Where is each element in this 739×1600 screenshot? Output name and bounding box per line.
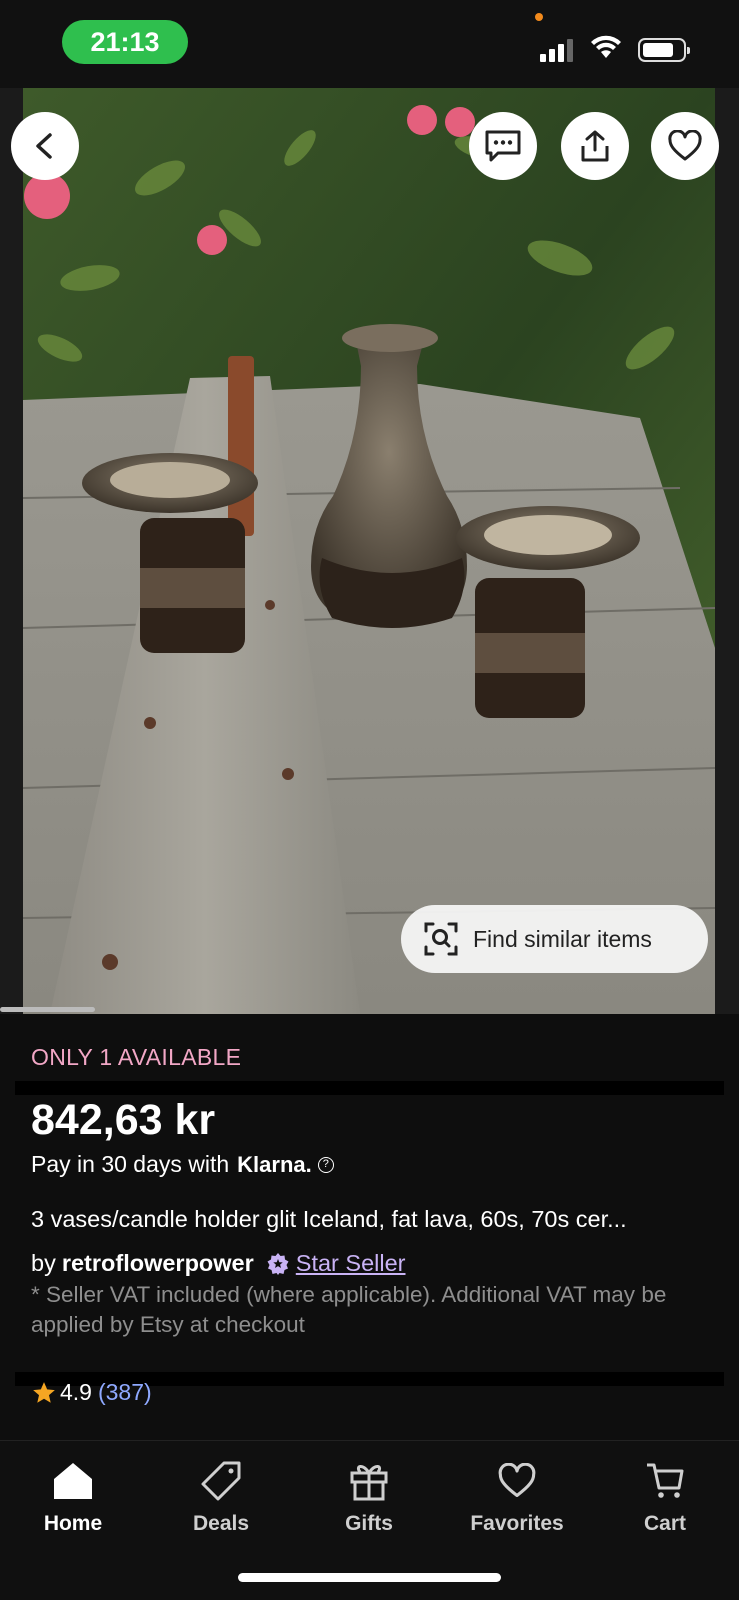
star-seller-link[interactable]: Star Seller xyxy=(296,1250,406,1277)
tab-label: Cart xyxy=(643,1512,686,1535)
review-count[interactable]: (387) xyxy=(98,1379,152,1406)
klarna-brand: Klarna. xyxy=(237,1151,312,1177)
wifi-icon xyxy=(591,35,621,58)
battery-icon xyxy=(638,38,690,62)
chevron-left-icon xyxy=(36,133,52,159)
share-button[interactable] xyxy=(561,112,629,180)
section-divider xyxy=(15,1081,724,1095)
heart-icon xyxy=(498,1463,536,1497)
listing-price: 842,63 kr xyxy=(31,1096,216,1144)
status-time: 21:13 xyxy=(62,20,188,64)
vat-note: * Seller VAT included (where applicable)… xyxy=(31,1282,667,1337)
message-seller-button[interactable] xyxy=(469,112,537,180)
listing-title[interactable]: 3 vases/candle holder glit Iceland, fat … xyxy=(31,1206,711,1233)
privacy-indicator-dot xyxy=(535,13,543,21)
status-bar: 21:13 xyxy=(0,0,739,88)
shop-rating[interactable]: 4.9 (387) xyxy=(31,1379,152,1406)
seller-prefix: by xyxy=(31,1250,56,1276)
tab-cart[interactable]: Cart xyxy=(605,1456,725,1536)
favorite-button[interactable] xyxy=(651,112,719,180)
home-indicator[interactable] xyxy=(238,1573,501,1582)
find-similar-items-button[interactable]: Find similar items xyxy=(401,905,708,973)
tag-icon xyxy=(201,1461,241,1501)
find-similar-label: Find similar items xyxy=(473,925,652,952)
klarna-offer[interactable]: Pay in 30 days with Klarna. ? xyxy=(31,1151,334,1178)
rating-value: 4.9 xyxy=(60,1379,92,1405)
tab-label: Deals xyxy=(192,1512,250,1535)
seller-info: by retroflowerpower Star Seller xyxy=(31,1250,406,1277)
signal-icon xyxy=(540,38,578,62)
klarna-text: Pay in 30 days with xyxy=(31,1151,230,1177)
heart-icon xyxy=(668,130,702,161)
message-icon xyxy=(485,130,521,162)
star-icon xyxy=(33,1381,55,1403)
share-icon xyxy=(581,130,609,162)
tab-gifts[interactable]: Gifts xyxy=(309,1456,429,1536)
seller-name-link[interactable]: retroflowerpower xyxy=(62,1250,254,1277)
visual-search-icon xyxy=(424,922,458,956)
tab-favorites[interactable]: Favorites xyxy=(457,1456,577,1536)
tab-deals[interactable]: Deals xyxy=(161,1456,281,1536)
help-icon[interactable]: ? xyxy=(317,1156,334,1173)
image-scroll-indicator xyxy=(0,1007,95,1012)
back-button[interactable] xyxy=(11,112,79,180)
tab-label: Favorites xyxy=(470,1512,564,1535)
tab-label: Gifts xyxy=(345,1512,393,1535)
home-icon xyxy=(54,1463,92,1499)
listing-photo[interactable] xyxy=(0,88,739,1014)
star-seller-badge-icon xyxy=(267,1252,289,1275)
tab-label: Home xyxy=(43,1512,103,1535)
cart-icon xyxy=(647,1463,684,1498)
gift-icon xyxy=(350,1465,388,1501)
availability-badge: ONLY 1 AVAILABLE xyxy=(31,1044,242,1070)
tab-home[interactable]: Home xyxy=(13,1456,133,1536)
